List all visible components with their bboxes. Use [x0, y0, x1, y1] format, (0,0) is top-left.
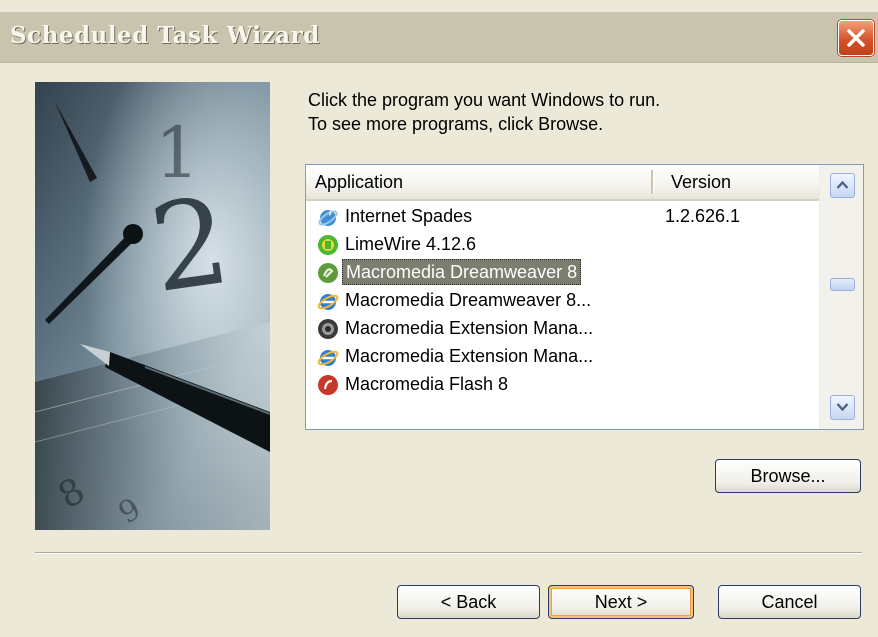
- list-item-name: Macromedia Extension Mana...: [345, 318, 594, 338]
- column-header-application[interactable]: Application: [315, 165, 645, 199]
- window-title: Scheduled Task Wizard: [10, 22, 320, 49]
- column-header-version[interactable]: Version: [671, 165, 811, 199]
- back-button[interactable]: < Back: [397, 585, 540, 619]
- list-rows: Internet Spades 1.2.626.1 LimeWire 4.12.…: [306, 203, 819, 399]
- extension-manager-icon: [317, 318, 339, 340]
- internet-explorer-icon: [317, 290, 339, 312]
- list-item-selected[interactable]: Macromedia Dreamweaver 8: [306, 259, 819, 287]
- browse-button[interactable]: Browse...: [715, 459, 861, 493]
- list-item[interactable]: Macromedia Extension Mana...: [306, 315, 819, 343]
- list-item[interactable]: Internet Spades 1.2.626.1: [306, 203, 819, 231]
- instruction-line-1: Click the program you want Windows to ru…: [308, 90, 661, 110]
- vertical-scrollbar[interactable]: [819, 165, 863, 429]
- svg-text:1: 1: [155, 112, 200, 194]
- title-bar[interactable]: Scheduled Task Wizard: [0, 12, 878, 63]
- internet-spades-icon: [317, 206, 339, 228]
- dreamweaver-icon: [317, 262, 339, 284]
- flash-icon: [317, 374, 339, 396]
- list-item[interactable]: Macromedia Extension Mana...: [306, 343, 819, 371]
- scroll-down-button[interactable]: [830, 395, 855, 420]
- list-item[interactable]: LimeWire 4.12.6: [306, 231, 819, 259]
- list-item-name: LimeWire 4.12.6: [345, 234, 477, 254]
- list-item[interactable]: Macromedia Flash 8: [306, 371, 819, 399]
- chevron-down-icon: [836, 403, 849, 412]
- cancel-button[interactable]: Cancel: [718, 585, 861, 619]
- next-button[interactable]: Next >: [548, 585, 694, 619]
- wizard-illustration: 2 1 8 9: [35, 82, 270, 530]
- list-item-name: Macromedia Dreamweaver 8: [342, 259, 582, 285]
- column-divider[interactable]: [651, 170, 654, 194]
- application-list[interactable]: Application Version Internet Spades 1.2.…: [305, 164, 864, 430]
- scroll-thumb[interactable]: [830, 278, 855, 291]
- separator-line: [35, 552, 862, 554]
- list-header: Application Version: [306, 165, 819, 201]
- list-item-name: Internet Spades: [345, 206, 473, 226]
- instruction-line-2: To see more programs, click Browse.: [308, 114, 604, 134]
- list-item[interactable]: Macromedia Dreamweaver 8...: [306, 287, 819, 315]
- list-item-name: Macromedia Dreamweaver 8...: [345, 290, 592, 310]
- limewire-icon: [317, 234, 339, 256]
- list-item-name: Macromedia Extension Mana...: [345, 346, 594, 366]
- chevron-up-icon: [836, 180, 849, 189]
- close-button[interactable]: [838, 20, 874, 56]
- list-item-version: 1.2.626.1: [665, 206, 741, 226]
- close-icon: [847, 29, 865, 47]
- scheduled-task-wizard-window: Scheduled Task Wizard 2 1 8 9 Click the …: [0, 0, 878, 637]
- instructions-text: Click the program you want Windows to ru…: [308, 88, 660, 136]
- list-item-name: Macromedia Flash 8: [345, 374, 509, 394]
- internet-explorer-icon: [317, 346, 339, 368]
- scroll-up-button[interactable]: [830, 173, 855, 198]
